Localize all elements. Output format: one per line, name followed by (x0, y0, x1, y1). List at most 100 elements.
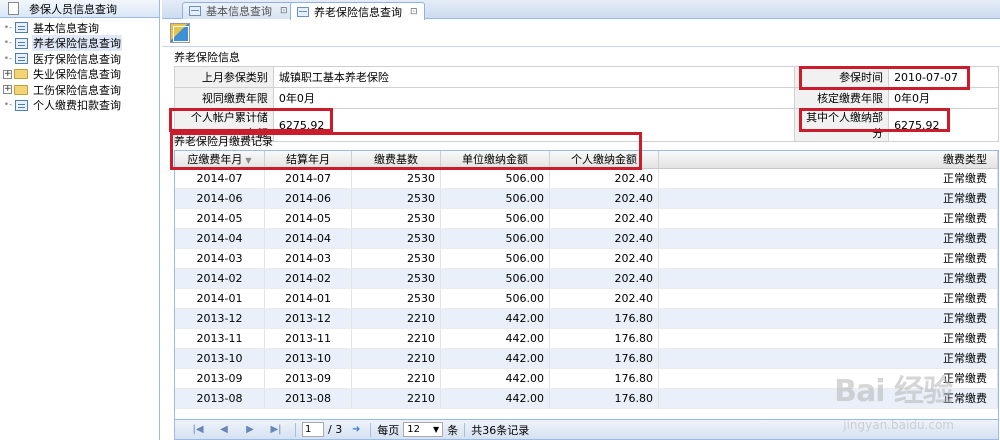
table-cell: 2013-11 (175, 329, 265, 348)
export-image-icon[interactable] (170, 23, 190, 43)
table-row[interactable]: 2014-03 2014-03 2530 506.00 202.40 正常缴费 (175, 249, 998, 269)
table-cell: 2530 (352, 289, 441, 308)
next-page-icon[interactable]: ▶ (237, 424, 263, 435)
tree-connector-icon: •- (3, 22, 13, 33)
table-cell: 2530 (352, 209, 441, 228)
table-row[interactable]: 2014-05 2014-05 2530 506.00 202.40 正常缴费 (175, 209, 998, 229)
personal-part-value: 6275.92 (888, 108, 999, 142)
sidebar-tree: •- 基本信息查询 •- 养老保险信息查询 •- 医疗保险信息查询 + 失业保险信息查询 + 工伤… (0, 18, 159, 113)
column-header-personal-amount[interactable]: 个人缴纳金额 (550, 151, 659, 168)
table-cell: 176.80 (550, 369, 659, 388)
first-page-icon[interactable]: |◀ (185, 424, 211, 435)
join-time-label: 参保时间 (794, 66, 890, 88)
pagination-bar: |◀ ◀ ▶ ▶| / 3 ➜ 每页 12 ▼ 条 共36条记录 (175, 419, 998, 439)
list-doc-icon (15, 22, 28, 34)
table-cell: 2530 (352, 229, 441, 248)
table-cell: 506.00 (441, 209, 550, 228)
column-header-settle-month[interactable]: 结算年月 (265, 151, 352, 168)
expand-plus-icon[interactable]: + (3, 69, 12, 79)
table-cell: 202.40 (550, 229, 659, 248)
table-cell: 2014-07 (175, 169, 265, 188)
table-cell: 2014-01 (265, 289, 352, 308)
column-header-base[interactable]: 缴费基数 (352, 151, 441, 168)
table-cell: 2014-02 (175, 269, 265, 288)
table-cell: 正常缴费 (659, 349, 998, 368)
column-header-due-month[interactable]: 应缴费年月 ▼ (175, 151, 265, 168)
tree-connector-icon: •- (3, 100, 13, 111)
table-cell: 正常缴费 (659, 269, 998, 288)
sidebar-item[interactable]: + 失业保险信息查询 (0, 67, 159, 83)
table-row[interactable]: 2014-01 2014-01 2530 506.00 202.40 正常缴费 (175, 289, 998, 309)
table-cell: 正常缴费 (659, 309, 998, 328)
table-row[interactable]: 2014-06 2014-06 2530 506.00 202.40 正常缴费 (175, 189, 998, 209)
table-cell: 正常缴费 (659, 189, 998, 208)
tab-basic-info[interactable]: 基本信息查询 ⊡ (182, 2, 295, 19)
tab-label: 养老保险信息查询 (314, 5, 402, 19)
table-cell: 2013-09 (265, 369, 352, 388)
table-row[interactable]: 2013-10 2013-10 2210 442.00 176.80 正常缴费 (175, 349, 998, 369)
table-cell: 2013-08 (175, 389, 265, 408)
table-row[interactable]: 2013-09 2013-09 2210 442.00 176.80 正常缴费 (175, 369, 998, 389)
table-cell: 2530 (352, 249, 441, 268)
go-page-icon[interactable]: ➜ (348, 424, 364, 435)
table-cell: 506.00 (441, 269, 550, 288)
table-cell: 176.80 (550, 309, 659, 328)
sidebar-item-label: 工伤保险信息查询 (33, 83, 121, 97)
table-cell: 2210 (352, 389, 441, 408)
sidebar-item-label: 失业保险信息查询 (33, 68, 121, 82)
sidebar-item-label: 养老保险信息查询 (32, 35, 122, 52)
table-cell: 2210 (352, 349, 441, 368)
prev-page-icon[interactable]: ◀ (211, 424, 237, 435)
table-row[interactable]: 2013-08 2013-08 2210 442.00 176.80 正常缴费 (175, 389, 998, 409)
grid-icon (189, 6, 201, 16)
table-row[interactable]: 2013-12 2013-12 2210 442.00 176.80 正常缴费 (175, 309, 998, 329)
sidebar-item[interactable]: •- 养老保险信息查询 (0, 35, 159, 52)
sidebar-item[interactable]: •- 基本信息查询 (0, 20, 159, 36)
table-cell: 442.00 (441, 309, 550, 328)
sort-desc-icon[interactable]: ▼ (245, 156, 251, 165)
table-cell: 202.40 (550, 289, 659, 308)
table-cell: 2014-05 (265, 209, 352, 228)
sidebar-item[interactable]: •- 医疗保险信息查询 (0, 51, 159, 67)
chevron-down-icon: ▼ (433, 425, 440, 434)
table-cell: 2014-03 (175, 249, 265, 268)
table-row[interactable]: 2014-07 2014-07 2530 506.00 202.40 正常缴费 (175, 169, 998, 189)
column-header-unit-amount[interactable]: 单位缴纳金额 (441, 151, 550, 168)
sidebar-item[interactable]: + 工伤保险信息查询 (0, 82, 159, 98)
pager-separator (295, 422, 296, 437)
table-cell: 2013-08 (265, 389, 352, 408)
table-cell: 506.00 (441, 169, 550, 188)
expand-plus-icon[interactable]: + (3, 85, 12, 95)
table-row[interactable]: 2014-02 2014-02 2530 506.00 202.40 正常缴费 (175, 269, 998, 289)
table-cell: 2210 (352, 369, 441, 388)
table-cell: 176.80 (550, 329, 659, 348)
page-number-input[interactable] (302, 422, 324, 437)
table-cell: 正常缴费 (659, 249, 998, 268)
table-cell: 176.80 (550, 349, 659, 368)
tab-menu-icon[interactable]: ⊡ (280, 6, 288, 16)
list-doc-icon (15, 37, 28, 49)
tab-menu-icon[interactable]: ⊡ (410, 7, 418, 17)
table-cell: 正常缴费 (659, 389, 998, 408)
table-cell: 506.00 (441, 249, 550, 268)
tab-bar: 基本信息查询 ⊡ 养老保险信息查询 ⊡ (162, 0, 1000, 20)
tab-pension-info[interactable]: 养老保险信息查询 ⊡ (290, 2, 425, 20)
last-page-icon[interactable]: ▶| (263, 424, 289, 435)
table-cell: 2013-12 (175, 309, 265, 328)
per-page-select[interactable]: 12 ▼ (403, 422, 444, 437)
table-cell: 正常缴费 (659, 329, 998, 348)
table-row[interactable]: 2013-11 2013-11 2210 442.00 176.80 正常缴费 (175, 329, 998, 349)
table-cell: 506.00 (441, 229, 550, 248)
table-cell: 2013-12 (265, 309, 352, 328)
table-row[interactable]: 2014-04 2014-04 2530 506.00 202.40 正常缴费 (175, 229, 998, 249)
table-cell: 正常缴费 (659, 209, 998, 228)
table-cell: 2013-10 (175, 349, 265, 368)
sidebar-item-label: 个人缴费扣款查询 (33, 99, 121, 113)
table-cell: 2014-01 (175, 289, 265, 308)
table-cell: 442.00 (441, 329, 550, 348)
sidebar-item[interactable]: •- 个人缴费扣款查询 (0, 98, 159, 114)
sidebar-header[interactable]: 参保人员信息查询 (0, 0, 159, 18)
column-header-payment-type[interactable]: 缴费类型 (659, 151, 998, 168)
payment-records-grid: 应缴费年月 ▼ 结算年月 缴费基数 单位缴纳金额 个人缴纳金额 缴费类型 2014… (174, 150, 999, 440)
folder-icon (14, 84, 28, 95)
